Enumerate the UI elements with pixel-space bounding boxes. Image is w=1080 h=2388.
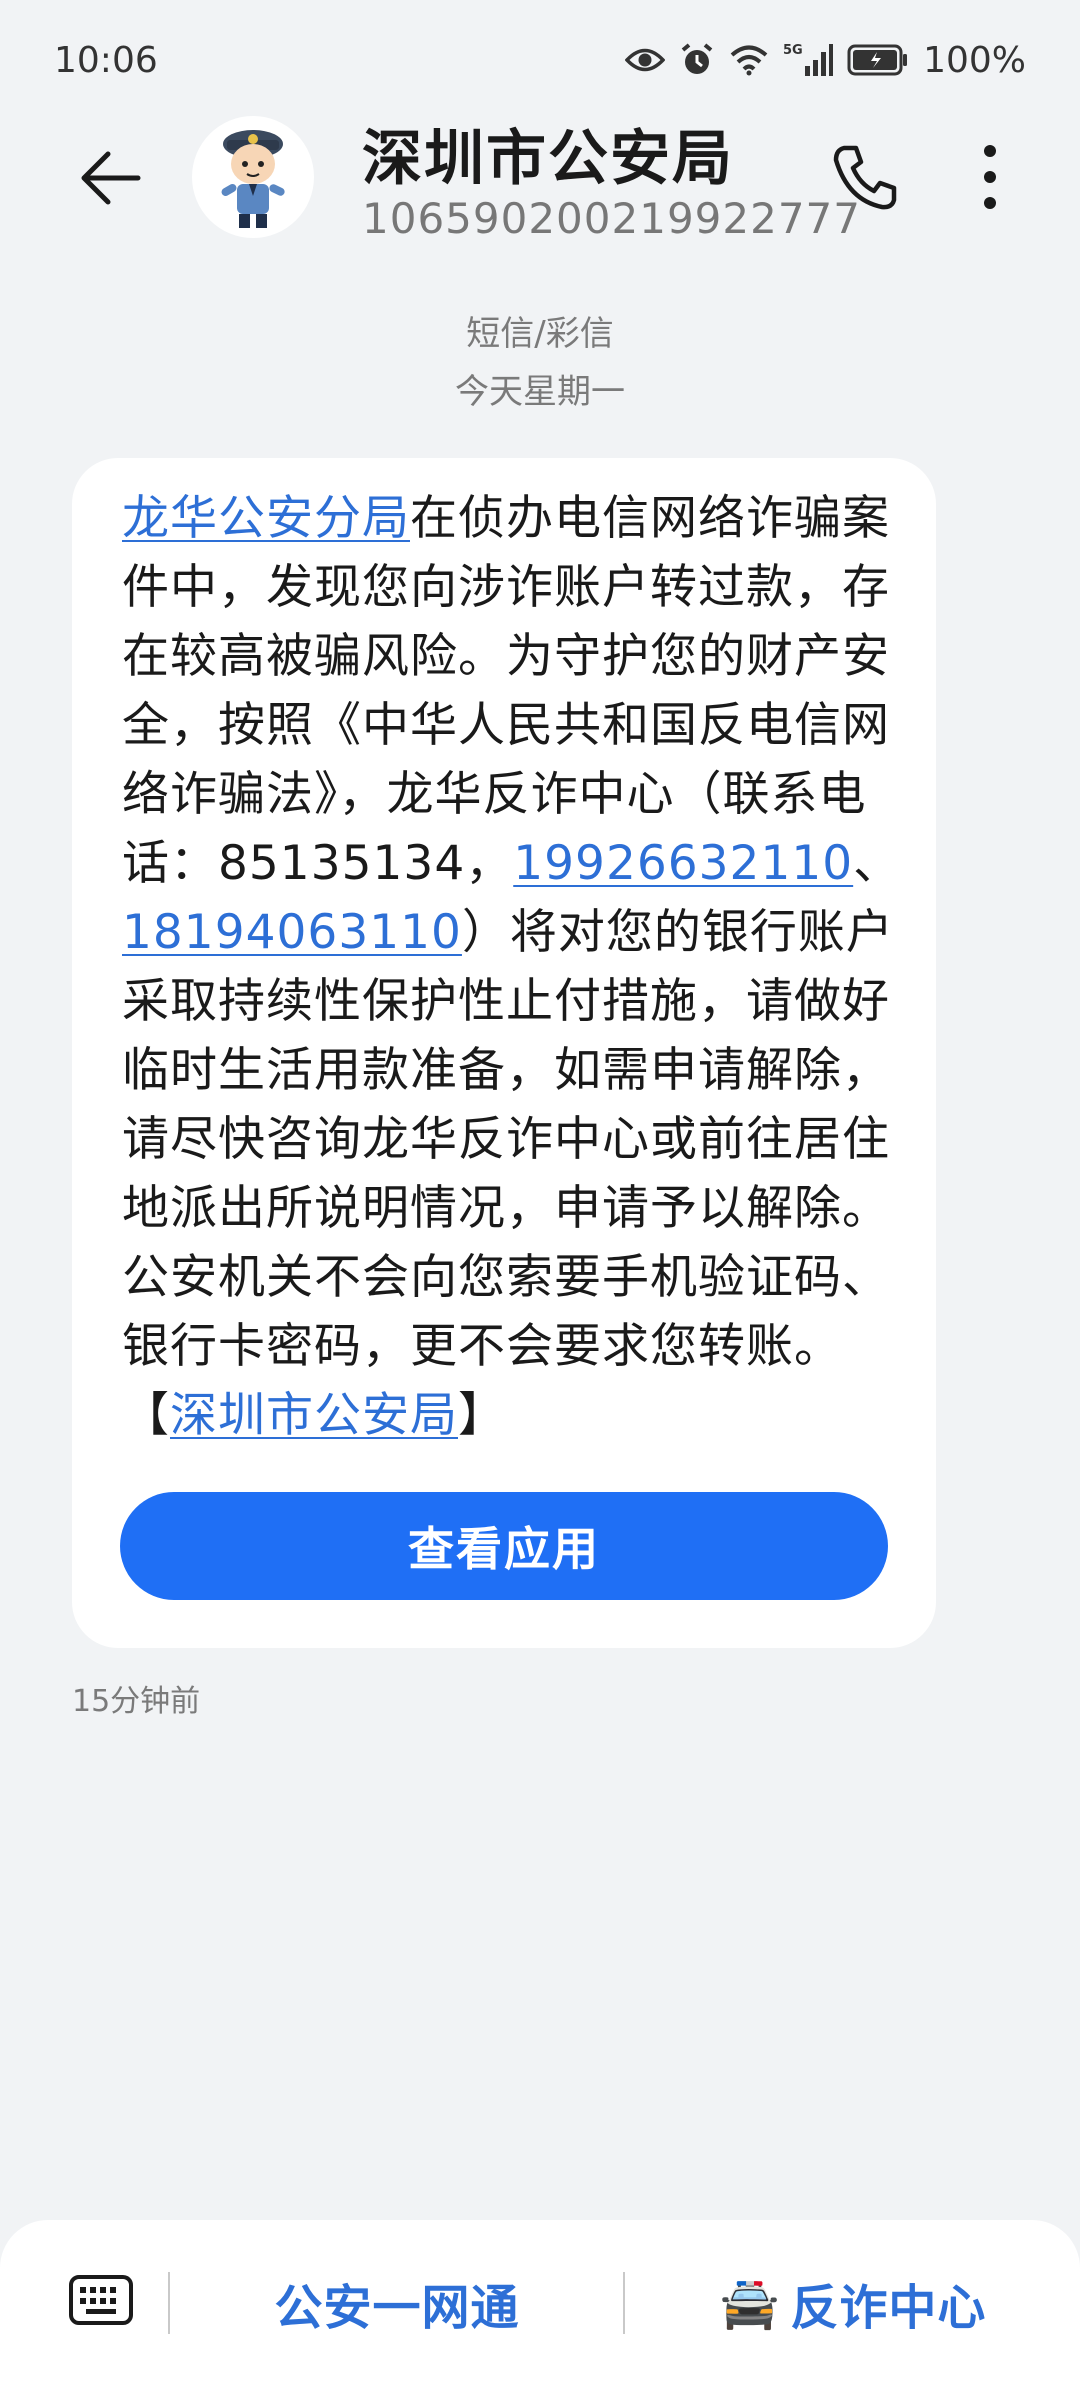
police-car-icon: 🚔 (719, 2275, 781, 2332)
keyboard-icon (68, 2274, 134, 2330)
wifi-icon (729, 44, 769, 76)
message-body-2: ）将对您的银行账户采取持续性保护性止付措施，请做好临时生活用款准备，如需申请解除… (122, 905, 894, 1374)
message-bubble[interactable]: 龙华公安分局在侦办电信网络诈骗案件中，发现您向涉诈账户转过款，存在较高被骗风险。… (72, 458, 936, 1648)
more-icon (983, 144, 997, 214)
status-bar: 10:06 5G 100% (0, 0, 1080, 120)
contact-name: 深圳市公安局 (362, 124, 734, 194)
message-text: 龙华公安分局在侦办电信网络诈骗案件中，发现您向涉诈账户转过款，存在较高被骗风险。… (122, 484, 912, 1450)
alarm-icon (679, 42, 715, 78)
view-app-button[interactable]: 查看应用 (120, 1492, 888, 1600)
phone-link-2[interactable]: 18194063110 (122, 905, 462, 960)
menu-item-label: 反诈中心 (790, 2280, 987, 2336)
menu-divider (623, 2272, 625, 2334)
menu-item-gongan-yiwangtong[interactable]: 公安一网通 (172, 2268, 622, 2338)
status-time: 10:06 (54, 39, 158, 81)
menu-divider (168, 2272, 170, 2334)
back-arrow-icon (78, 150, 142, 210)
message-timestamp: 15分钟前 (72, 1684, 201, 1719)
bracket-open: 【 (122, 1388, 170, 1443)
police-avatar[interactable] (192, 116, 314, 238)
phone-icon (830, 142, 900, 216)
message-type-label: 短信/彩信 (466, 314, 614, 354)
date-separator: 今天星期一 (455, 372, 625, 412)
message-body-1: 在侦办电信网络诈骗案件中，发现您向涉诈账户转过款，存在较高被骗风险。为守护您的财… (122, 491, 890, 891)
menu-item-anti-fraud-center[interactable]: 🚔 反诈中心 (626, 2268, 1080, 2338)
back-button[interactable] (70, 140, 150, 220)
battery-icon (847, 43, 909, 77)
status-icons: 5G 100% (625, 40, 1026, 81)
sender-link[interactable]: 深圳市公安局 (170, 1388, 458, 1443)
phone-separator: 、 (853, 836, 902, 891)
menu-item-label: 公安一网通 (274, 2280, 520, 2336)
contact-number: 10659020021992​2777 (362, 194, 861, 243)
signal-5g-icon: 5G (783, 42, 834, 78)
call-button[interactable] (822, 136, 908, 222)
more-button[interactable] (960, 136, 1020, 222)
station-link[interactable]: 龙华公安分局 (122, 491, 410, 546)
conversation-header: 深圳市公安局 10659020021992​2777 (0, 110, 1080, 243)
phone-link-1[interactable]: 19926632110 (513, 836, 853, 891)
bracket-close: 】 (458, 1388, 506, 1443)
battery-percent: 100% (923, 39, 1026, 81)
eye-icon (625, 45, 666, 75)
keyboard-toggle-button[interactable] (66, 2272, 136, 2332)
svg-text:5G: 5G (783, 43, 803, 58)
bottom-menu-bar: 公安一网通 🚔 反诈中心 (0, 2220, 1080, 2388)
